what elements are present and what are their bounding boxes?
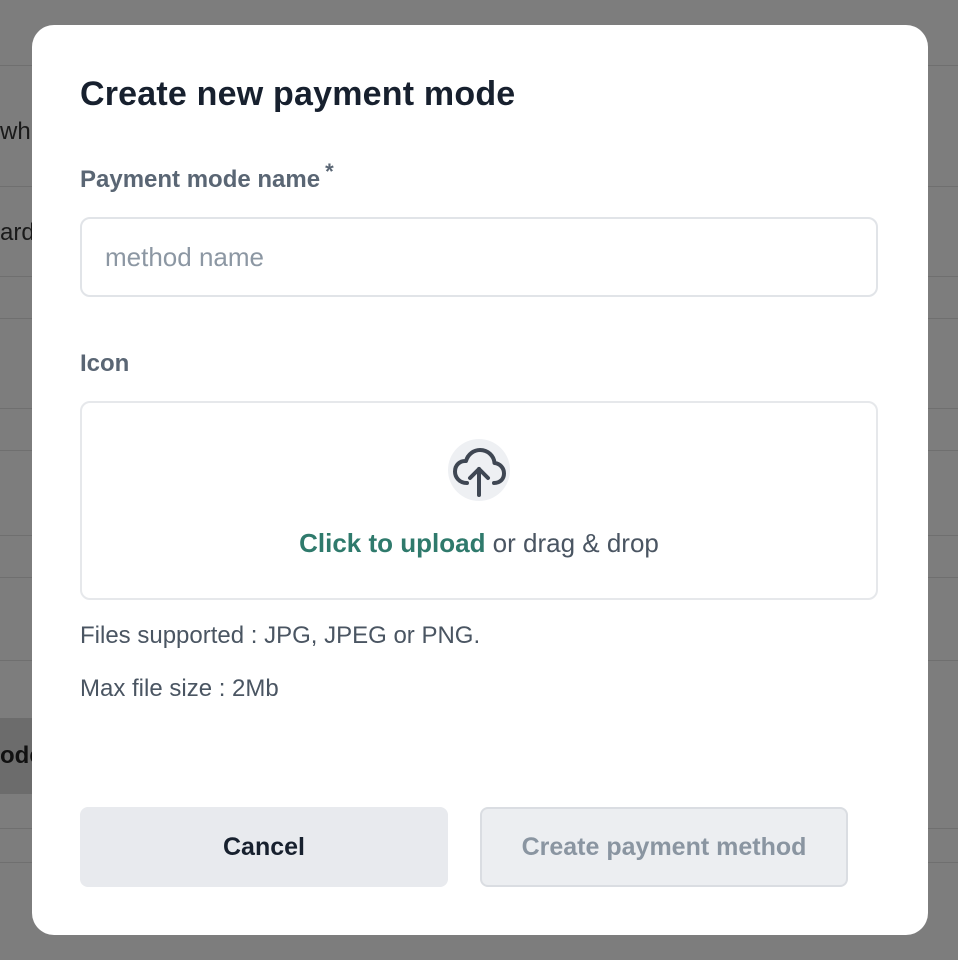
required-asterisk: * <box>325 159 334 184</box>
drag-and-drop-text: or drag & drop <box>485 528 659 558</box>
dialog-title: Create new payment mode <box>80 75 516 113</box>
create-payment-mode-dialog: Create new payment mode Payment mode nam… <box>32 25 928 935</box>
payment-mode-name-input[interactable] <box>80 217 878 297</box>
cancel-button[interactable]: Cancel <box>80 807 448 887</box>
payment-mode-name-label: Payment mode name * <box>80 159 334 194</box>
upload-instructions: Click to upload or drag & drop <box>82 528 876 559</box>
click-to-upload-link[interactable]: Click to upload <box>299 528 485 558</box>
payment-mode-name-label-text: Payment mode name <box>80 166 321 193</box>
icon-label: Icon <box>80 350 130 377</box>
background-text-fragment: wh <box>0 118 31 145</box>
background-text-fragment: ard <box>0 219 35 246</box>
supported-formats-hint: Files supported : JPG, JPEG or PNG. <box>80 622 481 649</box>
create-payment-method-button[interactable]: Create payment method <box>480 807 848 887</box>
cloud-upload-icon <box>448 439 510 501</box>
max-file-size-hint: Max file size : 2Mb <box>80 675 279 702</box>
icon-upload-dropzone[interactable]: Click to upload or drag & drop <box>80 401 878 600</box>
